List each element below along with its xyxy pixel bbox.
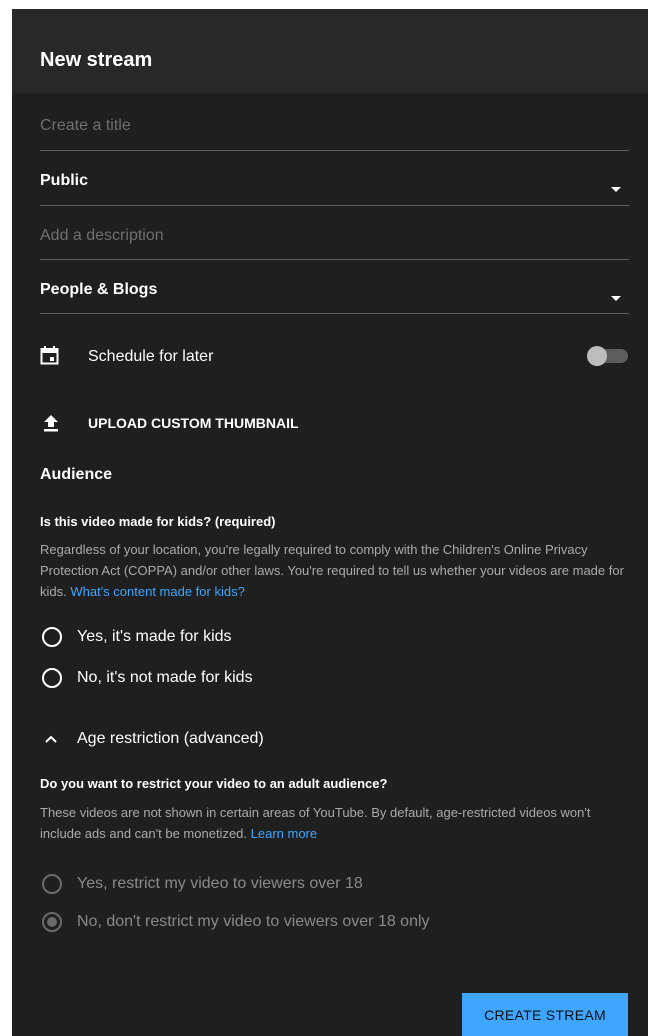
dialog-header: New stream [12, 9, 648, 93]
audience-heading: Audience [40, 466, 113, 483]
kids-content-link[interactable]: What's content made for kids? [70, 584, 244, 599]
create-stream-button[interactable]: CREATE STREAM [462, 993, 628, 1036]
radio-not-made-for-kids[interactable] [42, 668, 62, 688]
description-input[interactable] [40, 227, 629, 245]
adult-audience-question: Do you want to restrict your video to an… [40, 776, 388, 791]
schedule-toggle-thumb[interactable] [587, 346, 607, 366]
radio-made-for-kids[interactable] [42, 627, 62, 647]
title-field[interactable] [40, 117, 629, 151]
dialog-title: New stream [40, 49, 153, 71]
radio-restrict-18[interactable] [42, 874, 62, 894]
calendar-icon [40, 346, 59, 365]
age-restriction-toggle[interactable]: Age restriction (advanced) [77, 730, 264, 748]
upload-icon [44, 415, 58, 432]
radio-made-for-kids-label[interactable]: Yes, it's made for kids [77, 628, 232, 646]
dropdown-arrow-icon [611, 296, 621, 301]
visibility-select[interactable]: Public [40, 172, 629, 206]
dropdown-arrow-icon [611, 187, 621, 192]
category-select[interactable]: People & Blogs [40, 281, 629, 314]
radio-restrict-18-label[interactable]: Yes, restrict my video to viewers over 1… [77, 875, 363, 893]
visibility-value: Public [40, 172, 89, 189]
upload-thumbnail-button[interactable]: UPLOAD CUSTOM THUMBNAIL [88, 415, 299, 431]
category-value: People & Blogs [40, 281, 158, 298]
radio-no-restrict[interactable] [42, 912, 62, 932]
title-input[interactable] [40, 117, 629, 135]
radio-not-made-for-kids-label[interactable]: No, it's not made for kids [77, 669, 253, 687]
radio-selected-dot [47, 917, 57, 927]
chevron-up-icon[interactable] [45, 735, 57, 743]
coppa-paragraph: Regardless of your location, you're lega… [40, 539, 630, 602]
schedule-label: Schedule for later [88, 348, 214, 365]
new-stream-dialog: New stream Public People & Blogs Schedul… [12, 9, 648, 1036]
learn-more-link[interactable]: Learn more [251, 826, 317, 841]
age-restriction-paragraph: These videos are not shown in certain ar… [40, 802, 630, 844]
radio-no-restrict-label[interactable]: No, don't restrict my video to viewers o… [77, 913, 430, 931]
description-field[interactable] [40, 227, 629, 260]
kids-question: Is this video made for kids? (required) [40, 514, 276, 529]
